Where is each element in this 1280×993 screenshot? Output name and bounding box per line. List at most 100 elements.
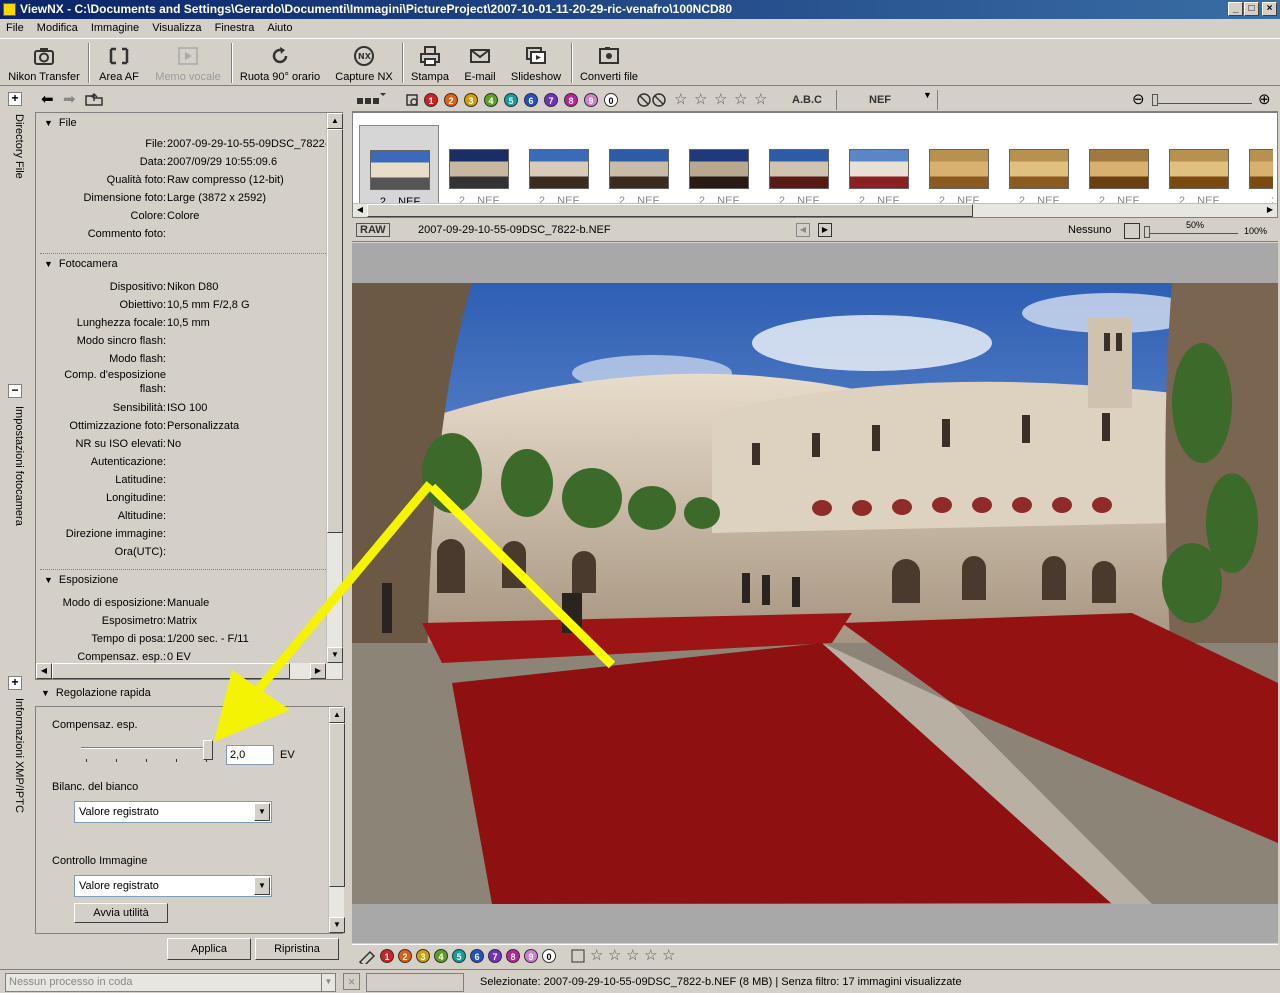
format-filter[interactable]: NEF ▼	[836, 90, 938, 110]
rating-star-icon[interactable]: ☆	[626, 948, 639, 964]
thumbnail-item[interactable]: 2....NEF	[999, 125, 1079, 215]
label-set-2[interactable]: 2	[398, 949, 412, 963]
abc-sort[interactable]: A.B.C	[792, 94, 822, 106]
main-photo[interactable]	[352, 283, 1278, 904]
nikon-transfer-button[interactable]: Nikon Transfer	[4, 39, 84, 87]
star-filter-icon[interactable]: ☆	[734, 92, 747, 108]
zoom-out-icon[interactable]: ⊖	[1132, 90, 1145, 108]
convert-files-button[interactable]: Converti file	[577, 39, 641, 87]
thumbnail-item[interactable]: 2....NEF	[1159, 125, 1239, 215]
launch-utility-button[interactable]: Avvia utilità	[74, 903, 168, 923]
thumbnail-item[interactable]: 2....NEF	[839, 125, 919, 215]
rating-star-icon[interactable]: ☆	[644, 948, 657, 964]
scroll-left-button[interactable]: ◀	[353, 204, 367, 217]
thumbnail-item[interactable]: 2....NEF	[759, 125, 839, 215]
chevron-down-icon[interactable]: ▼	[254, 877, 270, 895]
area-af-button[interactable]: Area AF	[94, 39, 144, 87]
menu-visualizza[interactable]: Visualizza	[148, 19, 205, 37]
thumbnail-item[interactable]: 2....NEF	[679, 125, 759, 215]
rating-star-icon[interactable]: ☆	[608, 948, 621, 964]
minimize-button[interactable]: _	[1228, 2, 1243, 16]
label-set-4[interactable]: 4	[434, 949, 448, 963]
process-queue[interactable]: Nessun processo in coda ▼	[5, 973, 336, 992]
exposure-section-header[interactable]: Esposizione	[44, 574, 118, 586]
apply-button[interactable]: Applica	[167, 938, 251, 960]
zoom-in-icon[interactable]: ⊕	[1258, 90, 1271, 108]
collapse-camera-settings-button[interactable]: −	[8, 384, 22, 398]
close-button[interactable]: ×	[1262, 2, 1277, 16]
back-arrow-icon[interactable]: ⬅	[41, 90, 54, 108]
chevron-down-icon[interactable]: ▼	[923, 90, 932, 100]
label-set-6[interactable]: 6	[470, 949, 484, 963]
parent-folder-icon[interactable]	[85, 92, 103, 106]
sort-mode[interactable]: Nessuno	[1068, 224, 1111, 236]
camera-section-header[interactable]: Fotocamera	[44, 258, 118, 270]
label-filter-0[interactable]: 0	[604, 93, 618, 107]
slider-knob[interactable]	[1152, 94, 1158, 106]
label-filter-2[interactable]: 2	[444, 93, 458, 107]
slideshow-button[interactable]: Slideshow	[508, 39, 564, 87]
chevron-down-icon[interactable]: ▼	[254, 803, 270, 821]
tab-directory-file[interactable]: Directory File	[5, 114, 25, 179]
label-set-8[interactable]: 8	[506, 949, 520, 963]
menu-file[interactable]: File	[2, 19, 28, 37]
scroll-up-button[interactable]: ▲	[327, 113, 343, 129]
thumbnail-scrollbar[interactable]: ◀ ▶	[353, 203, 1277, 217]
label-set-9[interactable]: 9	[524, 949, 538, 963]
label-filter-icon[interactable]	[404, 92, 420, 108]
thumbnail-item[interactable]: 2....NEF	[919, 125, 999, 215]
label-filter-8[interactable]: 8	[564, 93, 578, 107]
star-filter-icon[interactable]: ☆	[694, 92, 707, 108]
thumbnail-item[interactable]: 2....NEF	[599, 125, 679, 215]
rating-set-icon[interactable]	[570, 948, 586, 964]
print-button[interactable]: Stampa	[408, 39, 452, 87]
rating-star-icon[interactable]: ☆	[590, 948, 603, 964]
reset-button[interactable]: Ripristina	[255, 938, 339, 960]
expand-xmp-button[interactable]: +	[8, 676, 22, 690]
star-filter-icon[interactable]: ☆	[674, 92, 687, 108]
thumbnail-item[interactable]: 2....NEF	[519, 125, 599, 215]
rotate-button[interactable]: Ruota 90° orario	[236, 39, 324, 87]
maximize-button[interactable]: □	[1244, 2, 1259, 16]
previous-image-button[interactable]: ◀	[796, 223, 810, 237]
label-filter-4[interactable]: 4	[484, 93, 498, 107]
forward-arrow-icon[interactable]: ➡	[63, 90, 76, 108]
tab-xmp-iptc[interactable]: Informazioni XMP/IPTC	[5, 698, 25, 813]
capture-nx-button[interactable]: NX Capture NX	[332, 39, 396, 87]
thumbnail-item[interactable]: 2...	[1239, 125, 1273, 215]
thumbnail-item[interactable]: 2....NEF	[359, 125, 439, 215]
memo-vocale-button[interactable]: Memo vocale	[150, 39, 226, 87]
file-section-header[interactable]: File	[44, 117, 77, 129]
quick-adjust-header[interactable]: Regolazione rapida	[41, 687, 151, 699]
scroll-down-button[interactable]: ▼	[329, 917, 345, 933]
scroll-right-button[interactable]: ▶	[1263, 204, 1277, 217]
slider-knob[interactable]	[1144, 226, 1150, 238]
zoom-slider[interactable]	[1144, 226, 1238, 238]
chevron-down-icon[interactable]: ▼	[321, 974, 335, 991]
label-set-icon[interactable]	[358, 948, 376, 964]
star-filter-icon[interactable]: ☆	[714, 92, 727, 108]
label-set-7[interactable]: 7	[488, 949, 502, 963]
thumbnail-size-slider[interactable]	[1152, 94, 1252, 106]
label-set-1[interactable]: 1	[380, 949, 394, 963]
label-filter-6[interactable]: 6	[524, 93, 538, 107]
thumbnail-item[interactable]: 2....NEF	[439, 125, 519, 215]
label-set-3[interactable]: 3	[416, 949, 430, 963]
rating-filter-icon[interactable]	[635, 92, 669, 108]
menu-modifica[interactable]: Modifica	[33, 19, 82, 37]
menu-aiuto[interactable]: Aiuto	[263, 19, 296, 37]
scroll-left-button[interactable]: ◀	[36, 663, 52, 679]
white-balance-select[interactable]: Valore registrato ▼	[74, 801, 272, 823]
rating-star-icon[interactable]: ☆	[662, 948, 675, 964]
label-filter-1[interactable]: 1	[424, 93, 438, 107]
scroll-thumb[interactable]	[367, 204, 973, 217]
menu-immagine[interactable]: Immagine	[87, 19, 143, 37]
label-filter-5[interactable]: 5	[504, 93, 518, 107]
tab-camera-settings[interactable]: Impostazioni fotocamera	[5, 406, 25, 526]
next-image-button[interactable]: ▶	[818, 223, 832, 237]
label-filter-7[interactable]: 7	[544, 93, 558, 107]
expand-directory-button[interactable]: +	[8, 92, 22, 106]
fit-screen-icon[interactable]	[1124, 223, 1140, 239]
email-button[interactable]: E-mail	[458, 39, 502, 87]
view-mode-icon[interactable]	[356, 92, 386, 108]
